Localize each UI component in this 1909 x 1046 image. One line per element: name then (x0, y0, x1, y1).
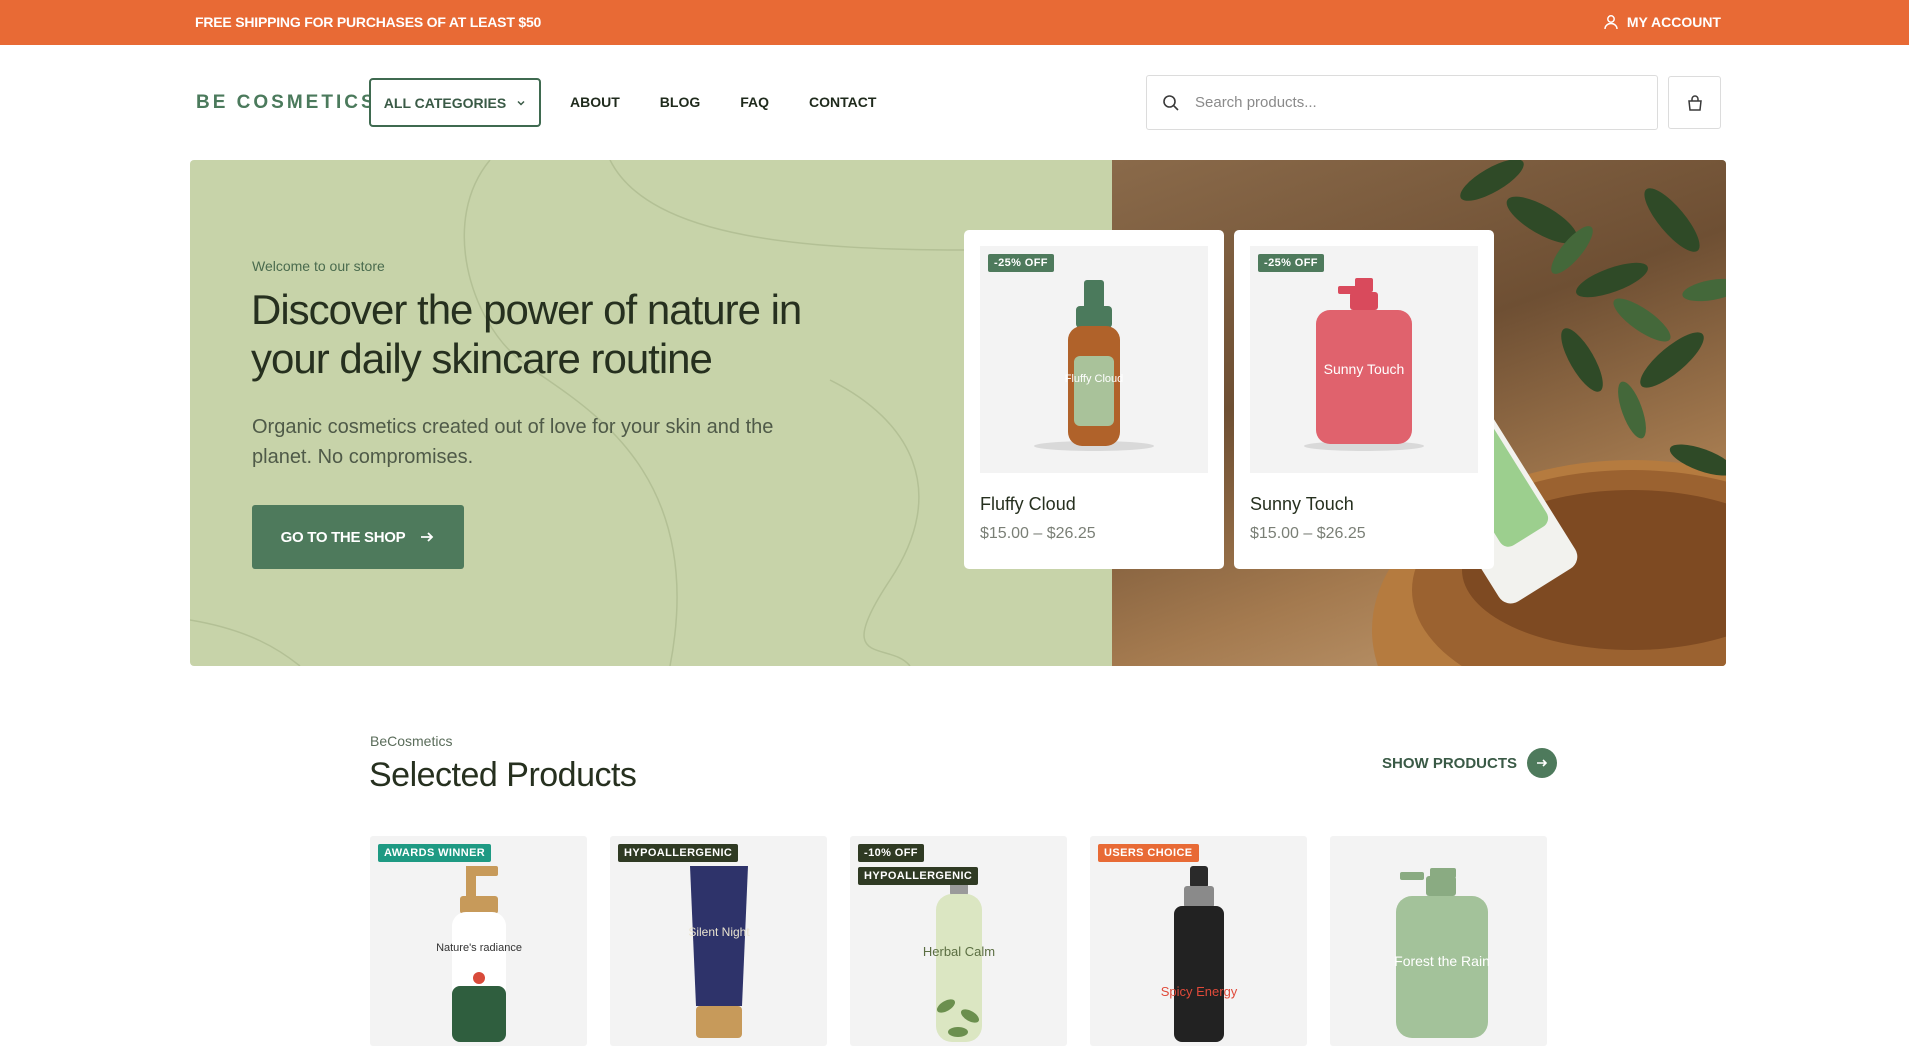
arrow-right-icon (1527, 748, 1557, 778)
nav-about[interactable]: ABOUT (570, 94, 620, 110)
nav-faq[interactable]: FAQ (740, 94, 769, 110)
chevron-down-icon (517, 100, 525, 106)
search-box (1146, 75, 1658, 130)
user-icon (1604, 15, 1618, 30)
hypoallergenic-badge: HYPOALLERGENIC (618, 844, 739, 862)
hero-product-card[interactable]: Fluffy Cloud -25% OFF Fluffy Cloud $15.0… (964, 230, 1224, 569)
bottle-label: Forest the Rain (1394, 953, 1490, 969)
discount-badge: -25% OFF (1258, 254, 1324, 272)
cart-button[interactable] (1668, 76, 1721, 129)
promo-bar: FREE SHIPPING FOR PURCHASES OF AT LEAST … (0, 0, 1909, 45)
product-card[interactable]: Spicy Energy USERS CHOICE (1090, 836, 1307, 1046)
bottle-label: Spicy Energy (1161, 984, 1238, 999)
users-choice-badge: USERS CHOICE (1098, 844, 1199, 862)
bottle-label: Silent Night (688, 925, 750, 939)
nav-blog[interactable]: BLOG (660, 94, 700, 110)
product-price: $15.00 – $26.25 (980, 525, 1096, 542)
discount-badge: -25% OFF (988, 254, 1054, 272)
product-card[interactable]: Nature's radiance AWARDS WINNER (370, 836, 587, 1046)
go-to-shop-label: GO TO THE SHOP (280, 528, 406, 546)
product-card[interactable]: Forest the Rain (1330, 836, 1547, 1046)
product-name[interactable]: Fluffy Cloud (980, 494, 1076, 515)
my-account-link[interactable]: MY ACCOUNT (1603, 14, 1721, 30)
hero-subtitle: Organic cosmetics created out of love fo… (252, 416, 774, 468)
bottle-label: Nature's radiance (436, 942, 522, 954)
go-to-shop-button[interactable]: GO TO THE SHOP (252, 505, 464, 569)
product-image: Fluffy Cloud (980, 246, 1208, 473)
arrow-right-icon (421, 532, 434, 542)
free-shipping-text: FREE SHIPPING FOR PURCHASES OF AT LEAST … (195, 14, 542, 30)
product-image: Sunny Touch (1250, 246, 1478, 473)
product-price: $15.00 – $26.25 (1250, 525, 1366, 542)
my-account-label: MY ACCOUNT (1626, 14, 1721, 30)
show-products-link[interactable]: SHOW PRODUCTS (1382, 748, 1557, 778)
nav-contact[interactable]: CONTACT (809, 94, 876, 110)
hero-eyebrow: Welcome to our store (252, 258, 385, 274)
hypoallergenic-badge: HYPOALLERGENIC (858, 867, 979, 885)
award-badge: AWARDS WINNER (378, 844, 492, 862)
search-icon[interactable] (1147, 94, 1195, 112)
product-card[interactable]: Silent Night HYPOALLERGENIC (610, 836, 827, 1046)
shopping-bag-icon (1687, 94, 1702, 111)
show-products-label: SHOW PRODUCTS (1382, 754, 1517, 772)
bottle-label: Herbal Calm (923, 944, 995, 959)
discount-badge: -10% OFF (858, 844, 924, 862)
hero-title: Discover the power of nature in your dai… (251, 286, 802, 382)
product-name[interactable]: Sunny Touch (1250, 494, 1354, 515)
search-input[interactable] (1195, 94, 1657, 111)
section-eyebrow: BeCosmetics (370, 733, 453, 749)
section-title: Selected Products (369, 756, 637, 794)
logo[interactable]: BE COSMETICS (196, 92, 377, 114)
all-categories-dropdown[interactable]: ALL CATEGORIES (369, 78, 541, 127)
hero-banner: Welcome to our store Discover the power … (190, 160, 1726, 666)
all-categories-label: ALL CATEGORIES (383, 94, 507, 111)
bottle-label: Sunny Touch (1324, 361, 1405, 377)
hero-product-card[interactable]: Sunny Touch -25% OFF Sunny Touch $15.00 … (1234, 230, 1494, 569)
product-card[interactable]: Herbal Calm -10% OFF HYPOALLERGENIC (850, 836, 1067, 1046)
bottle-label: Fluffy Cloud (1065, 373, 1124, 385)
main-nav: ABOUT BLOG FAQ CONTACT (570, 94, 876, 110)
